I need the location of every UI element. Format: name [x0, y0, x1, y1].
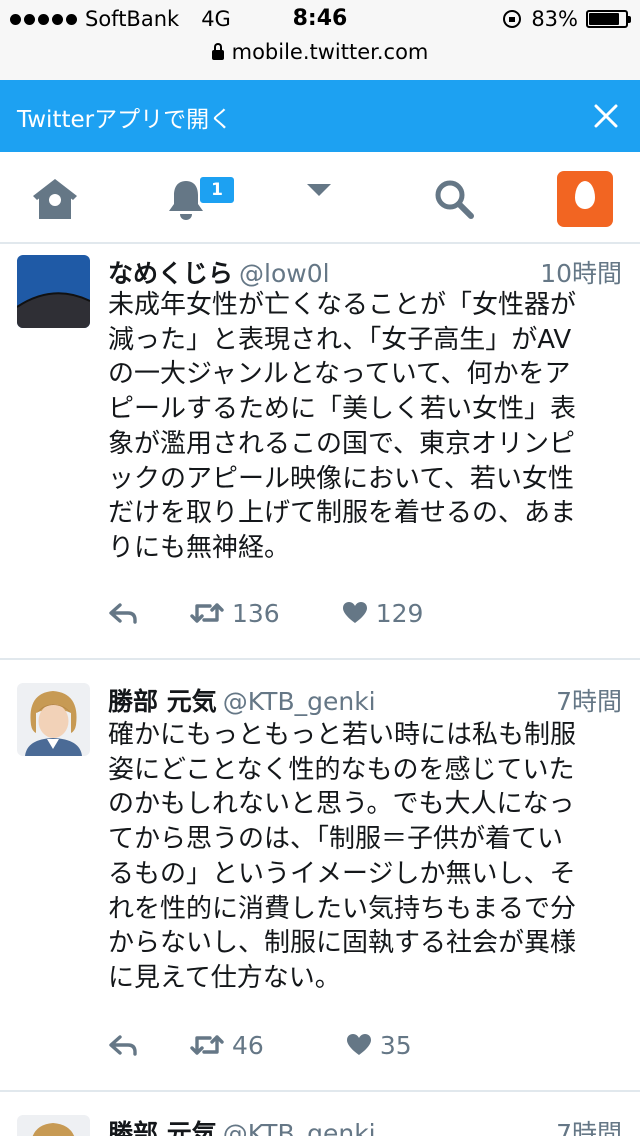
battery-percent: 83% [531, 7, 578, 31]
avatar-image [17, 683, 90, 756]
tweet-author-name[interactable]: なめくじら [108, 259, 233, 288]
tweet-author-name[interactable]: 勝部 元気 [108, 1119, 217, 1136]
like-count: 129 [375, 598, 424, 628]
like-action[interactable]: 35 [346, 1031, 412, 1060]
tweet-author-handle[interactable]: @low0l [239, 259, 330, 288]
url-text: mobile.twitter.com [231, 40, 429, 64]
home-icon[interactable] [30, 176, 80, 222]
tweet-text-line: 未成年女性が亡くなることが「女性器が [108, 290, 577, 320]
tweet-text: 確かにもっともっと若い時には私も制服 姿にどことなく性的なものを感じていた のか… [108, 718, 626, 996]
tweet-text-line: るもの」というイメージしか無いし、そ [108, 858, 576, 889]
status-bar: SoftBank 4G 8:46 83% mobile.twitter.com [0, 0, 640, 81]
avatar-image [17, 255, 90, 328]
tweet-text-line: 減った」と表現され、「女子高生」がAV [108, 324, 572, 355]
tweet-text-line: 姿にどことなく性的なものを感じていた [108, 754, 575, 785]
battery-fill [589, 13, 619, 25]
tweet-text-line: だけを取り上げて制服を着せるの、あま [108, 498, 577, 529]
tweet-header: なめくじら @low0l 10時間 [108, 254, 622, 288]
notification-badge[interactable]: 1 [198, 175, 236, 205]
tweet-text-line: 象が濫用されるこの国で、東京オリンピ [108, 428, 575, 459]
tweet-text-line: てから思うのは、「制服＝子供が着てい [108, 824, 564, 855]
tweet-text-line: ックのアピール映像において、若い女性 [108, 463, 574, 494]
tweet-header: 勝部 元気 @KTB_genki 7時間 [108, 1114, 622, 1136]
tweet-text-line: りにも無神経。 [108, 532, 291, 563]
tweet-author-name[interactable]: 勝部 元気 [108, 687, 217, 716]
chevron-down-icon[interactable] [305, 182, 333, 198]
tweet-author-handle[interactable]: @KTB_genki [223, 1119, 376, 1136]
retweet-icon[interactable] [190, 1033, 224, 1057]
tweet-text-line: ピールするために「美しく若い女性」表 [108, 394, 577, 425]
tweet-item[interactable]: 勝部 元気 @KTB_genki 7時間 [0, 1092, 640, 1136]
close-icon[interactable] [592, 102, 620, 130]
tweet-item[interactable]: なめくじら @low0l 10時間 未成年女性が亡くなることが「女性器が 減った」… [0, 244, 640, 660]
like-count: 35 [379, 1030, 412, 1060]
avatar[interactable] [17, 255, 90, 328]
status-right: 83% [503, 7, 631, 31]
tweet-text-line: 確かにもっともっと若い時には私も制服 [108, 720, 577, 750]
retweet-count: 46 [232, 1030, 264, 1060]
avatar[interactable] [17, 683, 90, 756]
tweet-text-line: に見えて仕方ない。 [108, 962, 341, 993]
tweet-item[interactable]: 勝部 元気 @KTB_genki 7時間 確かにもっともっと若い時には私も制服 姿… [0, 660, 640, 1092]
url-bar[interactable]: mobile.twitter.com [0, 40, 640, 64]
padlock-icon [211, 43, 224, 60]
rotation-lock-icon [503, 10, 522, 28]
open-in-app-banner[interactable]: Twitterアプリで開く [0, 80, 640, 152]
egg-avatar-icon[interactable] [557, 171, 613, 227]
tweet-text-line: の一大ジャンルとなっていて、何かをア [108, 359, 571, 390]
retweet-count: 136 [232, 598, 280, 628]
tweet-actions: 136 129 [108, 596, 423, 630]
top-nav: 1 [0, 152, 640, 244]
battery-icon [586, 10, 631, 28]
heart-icon[interactable] [342, 601, 368, 625]
avatar[interactable] [17, 1115, 90, 1136]
tweet-header: 勝部 元気 @KTB_genki 7時間 [108, 682, 622, 716]
tweet-actions: 46 35 [108, 1028, 412, 1062]
tweet-text-line: のかもしれないと思う。でも大人になっ [108, 789, 575, 820]
tweet-text-line: からないし、制服に固執する社会が異様 [108, 928, 577, 959]
tweet-timestamp[interactable]: 10時間 [540, 254, 622, 290]
tweet-timestamp[interactable]: 7時間 [556, 682, 622, 718]
tweet-author-handle[interactable]: @KTB_genki [223, 687, 376, 716]
retweet-icon[interactable] [190, 601, 224, 625]
reply-icon[interactable] [108, 602, 138, 624]
search-icon[interactable] [433, 178, 475, 220]
tweet-text-line: れを性的に消費したい気持ちもまるで分 [108, 893, 577, 924]
avatar-image [17, 1115, 90, 1136]
tweet-timestamp[interactable]: 7時間 [556, 1114, 622, 1136]
open-in-app-label[interactable]: Twitterアプリで開く [17, 100, 232, 134]
reply-icon[interactable] [108, 1034, 138, 1056]
like-action[interactable]: 129 [342, 598, 424, 628]
retweet-action[interactable]: 46 [190, 1031, 264, 1060]
retweet-action[interactable]: 136 [190, 599, 280, 628]
heart-icon[interactable] [346, 1033, 372, 1057]
tweet-text: 未成年女性が亡くなることが「女性器が 減った」と表現され、「女子高生」がAV の… [108, 288, 626, 566]
